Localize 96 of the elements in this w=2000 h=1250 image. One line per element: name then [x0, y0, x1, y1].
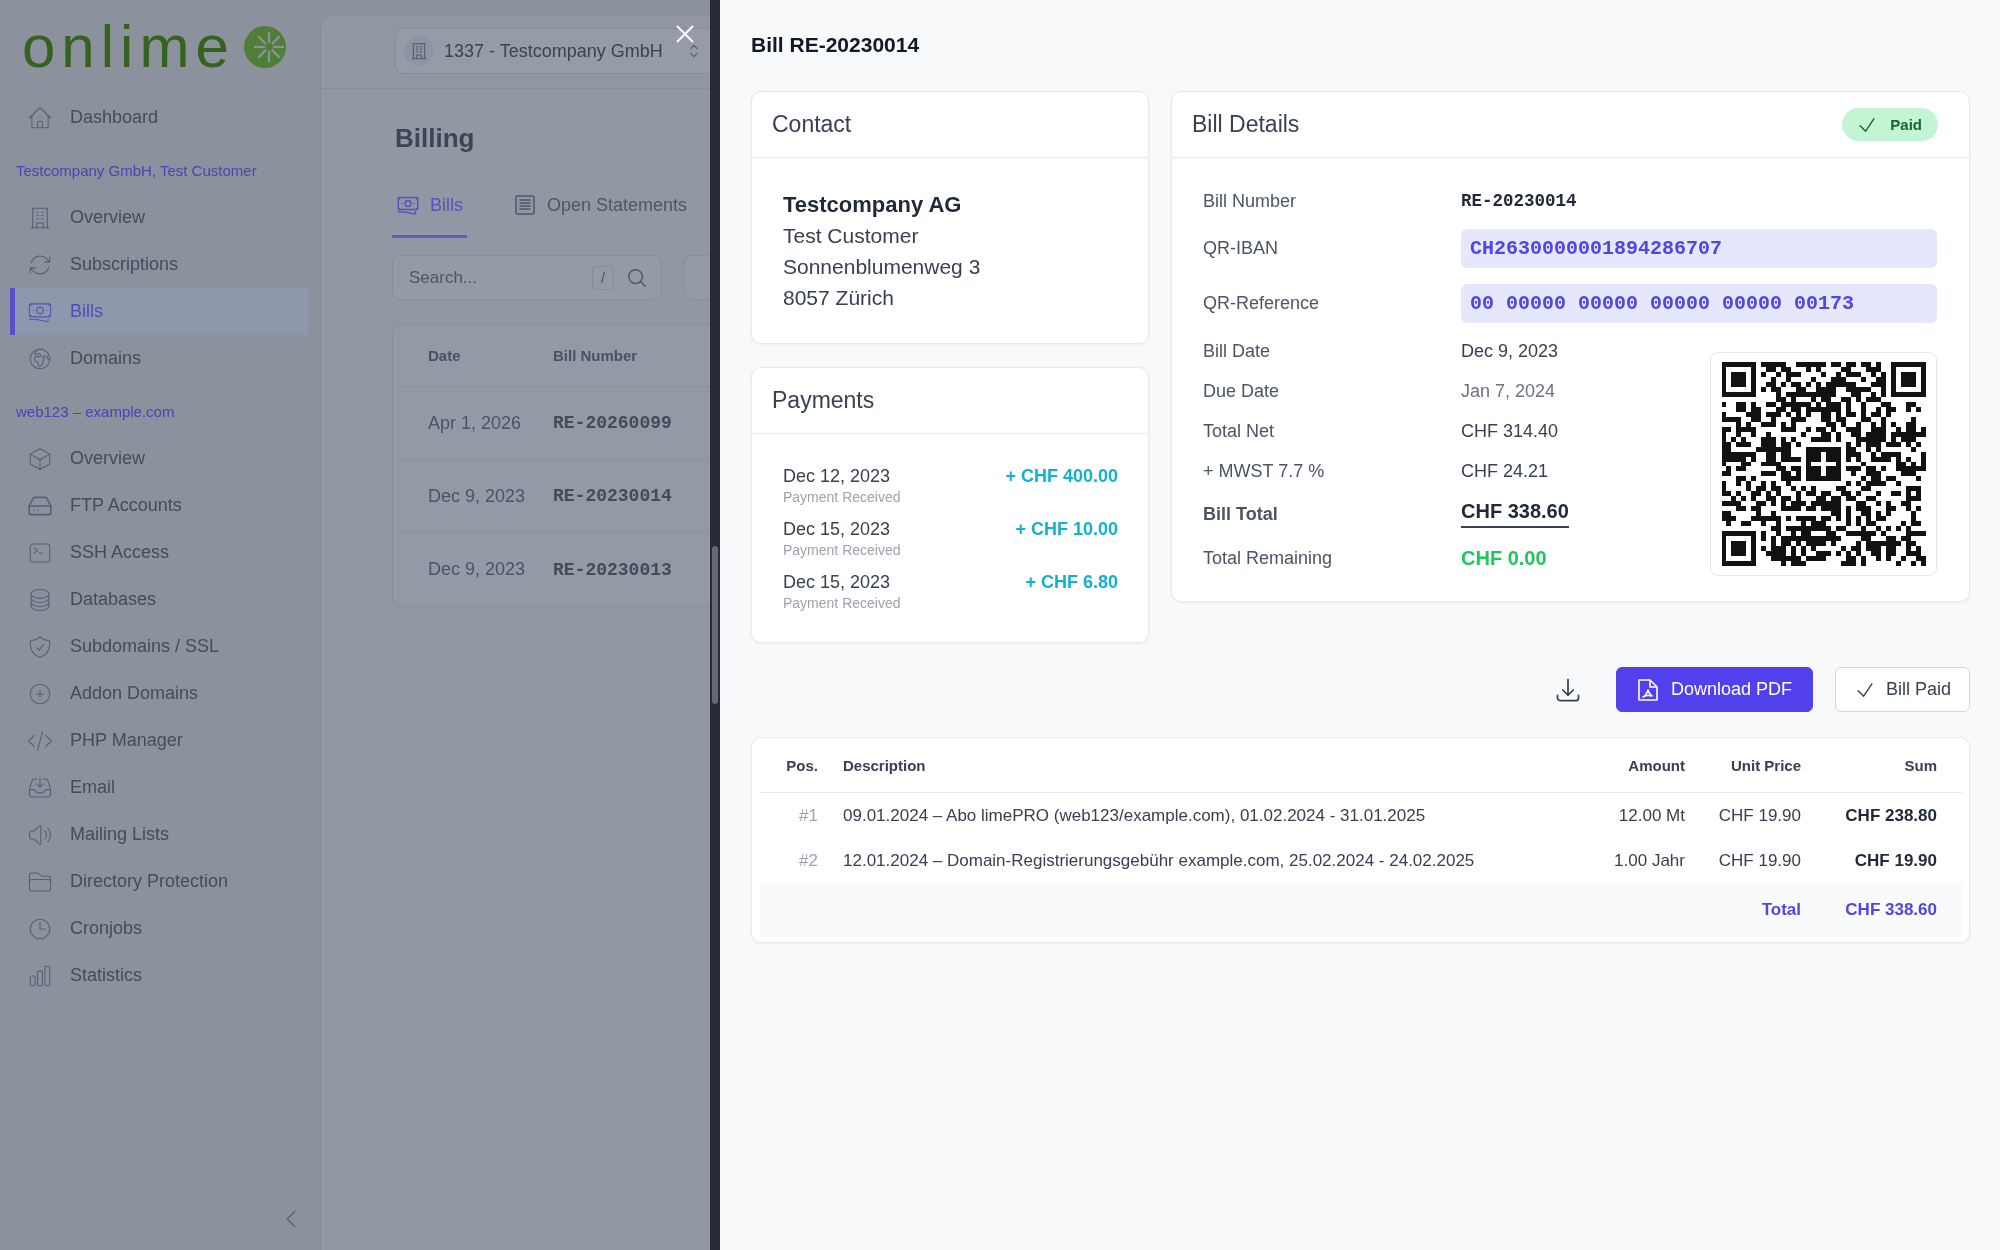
account-selector[interactable]: 1337 - Testcompany GmbH — [395, 28, 710, 74]
detail-value: RE-20230014 — [1461, 191, 1577, 211]
column-header: Date — [428, 347, 461, 364]
sidebar-item[interactable]: Cronjobs — [10, 905, 308, 952]
detail-label: + MWST 7.7 % — [1203, 460, 1325, 482]
table-cell: RE-20230013 — [553, 559, 672, 580]
table-cell: 12.01.2024 – Domain-Registrierungsgebühr example.com, 25.02.2024 - 24.02.2025 — [843, 850, 1475, 871]
sidebar-item[interactable]: Statistics — [10, 952, 308, 999]
column-header: Sum — [1904, 756, 1937, 774]
table-cell: CHF 19.90 — [1854, 850, 1937, 871]
payment-amount: + CHF 400.00 — [1005, 465, 1118, 488]
column-header: Description — [843, 756, 926, 774]
payment-label: Payment Received — [783, 541, 901, 559]
download-pdf-button[interactable]: Download PDF — [1615, 667, 1813, 712]
list-document-icon — [513, 193, 537, 217]
detail-value: CHF 0.00 — [1461, 546, 1547, 570]
payment-amount: + CHF 10.00 — [1015, 518, 1118, 541]
column-header: Unit Price — [1730, 756, 1801, 774]
sidebar-item[interactable]: Databases — [10, 576, 308, 623]
sidebar-item[interactable]: Dashboard — [10, 94, 308, 141]
table-cell: RE-20260099 — [553, 413, 672, 433]
table-cell: CHF 19.90 — [1718, 850, 1801, 871]
tab[interactable]: Open Statements — [509, 174, 692, 238]
page-title: Billing — [395, 122, 475, 154]
table-cell: RE-20230014 — [553, 486, 672, 506]
lime-icon — [242, 25, 287, 69]
table-cell: Apr 1, 2026 — [428, 412, 522, 434]
detail-label: Total Net — [1203, 420, 1275, 442]
card-title: Payments — [772, 387, 875, 414]
table-cell: #1 — [799, 805, 818, 826]
code-value: CH2630000001894286707 — [1461, 229, 1937, 268]
payment-label: Payment Received — [783, 488, 901, 506]
detail-label: Bill Total — [1203, 503, 1278, 525]
total-label: Total — [1761, 900, 1801, 920]
detail-value: CHF 338.60 — [1461, 500, 1569, 528]
search-icon — [626, 266, 648, 289]
detail-value: Jan 7, 2024 — [1461, 380, 1556, 402]
column-header: Bill Number — [553, 347, 638, 364]
sidebar-item[interactable]: Bills — [10, 288, 308, 335]
building-icon — [404, 36, 434, 66]
detail-value: Dec 9, 2023 — [1461, 340, 1559, 362]
payment-date: Dec 15, 2023 — [783, 518, 891, 541]
sidebar-item[interactable]: Addon Domains — [10, 670, 308, 717]
tab[interactable]: Bills — [392, 174, 467, 238]
detail-value: CHF 24.21 — [1461, 460, 1549, 482]
table-cell: 09.01.2024 – Abo limePRO (web123/example.com), 01.02.2024 - 31.01.2025 — [843, 805, 1426, 826]
detail-label: Total Remaining — [1203, 547, 1333, 569]
sidebar-item[interactable]: Overview — [10, 435, 308, 482]
sidebar-item[interactable]: Overview — [10, 194, 308, 241]
column-header: Pos. — [786, 756, 818, 774]
cube-icon — [27, 445, 53, 472]
table-cell: CHF 238.80 — [1845, 805, 1937, 826]
address-line: 8057 Zürich — [783, 285, 894, 311]
table-cell: Dec 9, 2023 — [428, 559, 526, 580]
sidebar-item[interactable]: Mailing Lists — [10, 811, 308, 858]
address-line: Sonnenblumenweg 3 — [783, 254, 981, 280]
detail-label: QR-IBAN — [1203, 238, 1278, 259]
card-title: Bill Details — [1192, 111, 1300, 138]
section-label: Testcompany GmbH, Test Customer — [16, 161, 257, 181]
payment-label: Payment Received — [783, 594, 901, 612]
table-cell: CHF 19.90 — [1718, 805, 1801, 826]
sidebar-item[interactable]: Subdomains / SSL — [10, 623, 308, 670]
shortcut-key: / — [592, 265, 614, 290]
total-value: CHF 338.60 — [1845, 900, 1937, 920]
status-text: Paid — [1890, 116, 1922, 133]
company-name: Testcompany AG — [783, 191, 962, 219]
section-label: web123 – example.com — [16, 402, 175, 422]
detail-label: QR-Reference — [1203, 293, 1320, 314]
table-cell: 1.00 Jahr — [1614, 850, 1685, 871]
sidebar-item[interactable]: Directory Protection — [10, 858, 308, 905]
code-value: 00 00000 00000 00000 00000 00173 — [1461, 284, 1937, 323]
table-cell: 12.00 Mt — [1618, 805, 1685, 826]
detail-label: Bill Date — [1203, 340, 1271, 362]
database-icon — [27, 586, 53, 613]
sidebar-item[interactable]: Email — [10, 764, 308, 811]
detail-value: CHF 314.40 — [1461, 420, 1559, 442]
detail-label: Bill Number — [1203, 190, 1297, 212]
detail-label: Due Date — [1203, 380, 1280, 402]
card-title: Contact — [772, 111, 852, 138]
drawer-title: Bill RE-20230014 — [751, 32, 920, 58]
address-line: Test Customer — [783, 223, 919, 249]
sidebar-item[interactable]: SSH Access — [10, 529, 308, 576]
bill-paid-button[interactable]: Bill Paid — [1834, 667, 1970, 712]
logo-text: onlime — [22, 17, 235, 77]
sidebar-item[interactable]: PHP Manager — [10, 717, 308, 764]
document-icon — [1636, 677, 1659, 702]
sidebar-item[interactable]: Subscriptions — [10, 241, 308, 288]
table-cell: #2 — [799, 850, 818, 871]
home-icon — [27, 104, 53, 131]
sidebar-item[interactable]: FTP Accounts — [10, 482, 308, 529]
table-cell: Dec 9, 2023 — [428, 485, 526, 507]
sidebar-item[interactable]: Domains — [10, 335, 308, 382]
payment-date: Dec 15, 2023 — [783, 571, 891, 594]
payment-date: Dec 12, 2023 — [783, 465, 891, 488]
payment-amount: + CHF 6.80 — [1025, 571, 1118, 594]
column-header: Amount — [1628, 756, 1685, 774]
